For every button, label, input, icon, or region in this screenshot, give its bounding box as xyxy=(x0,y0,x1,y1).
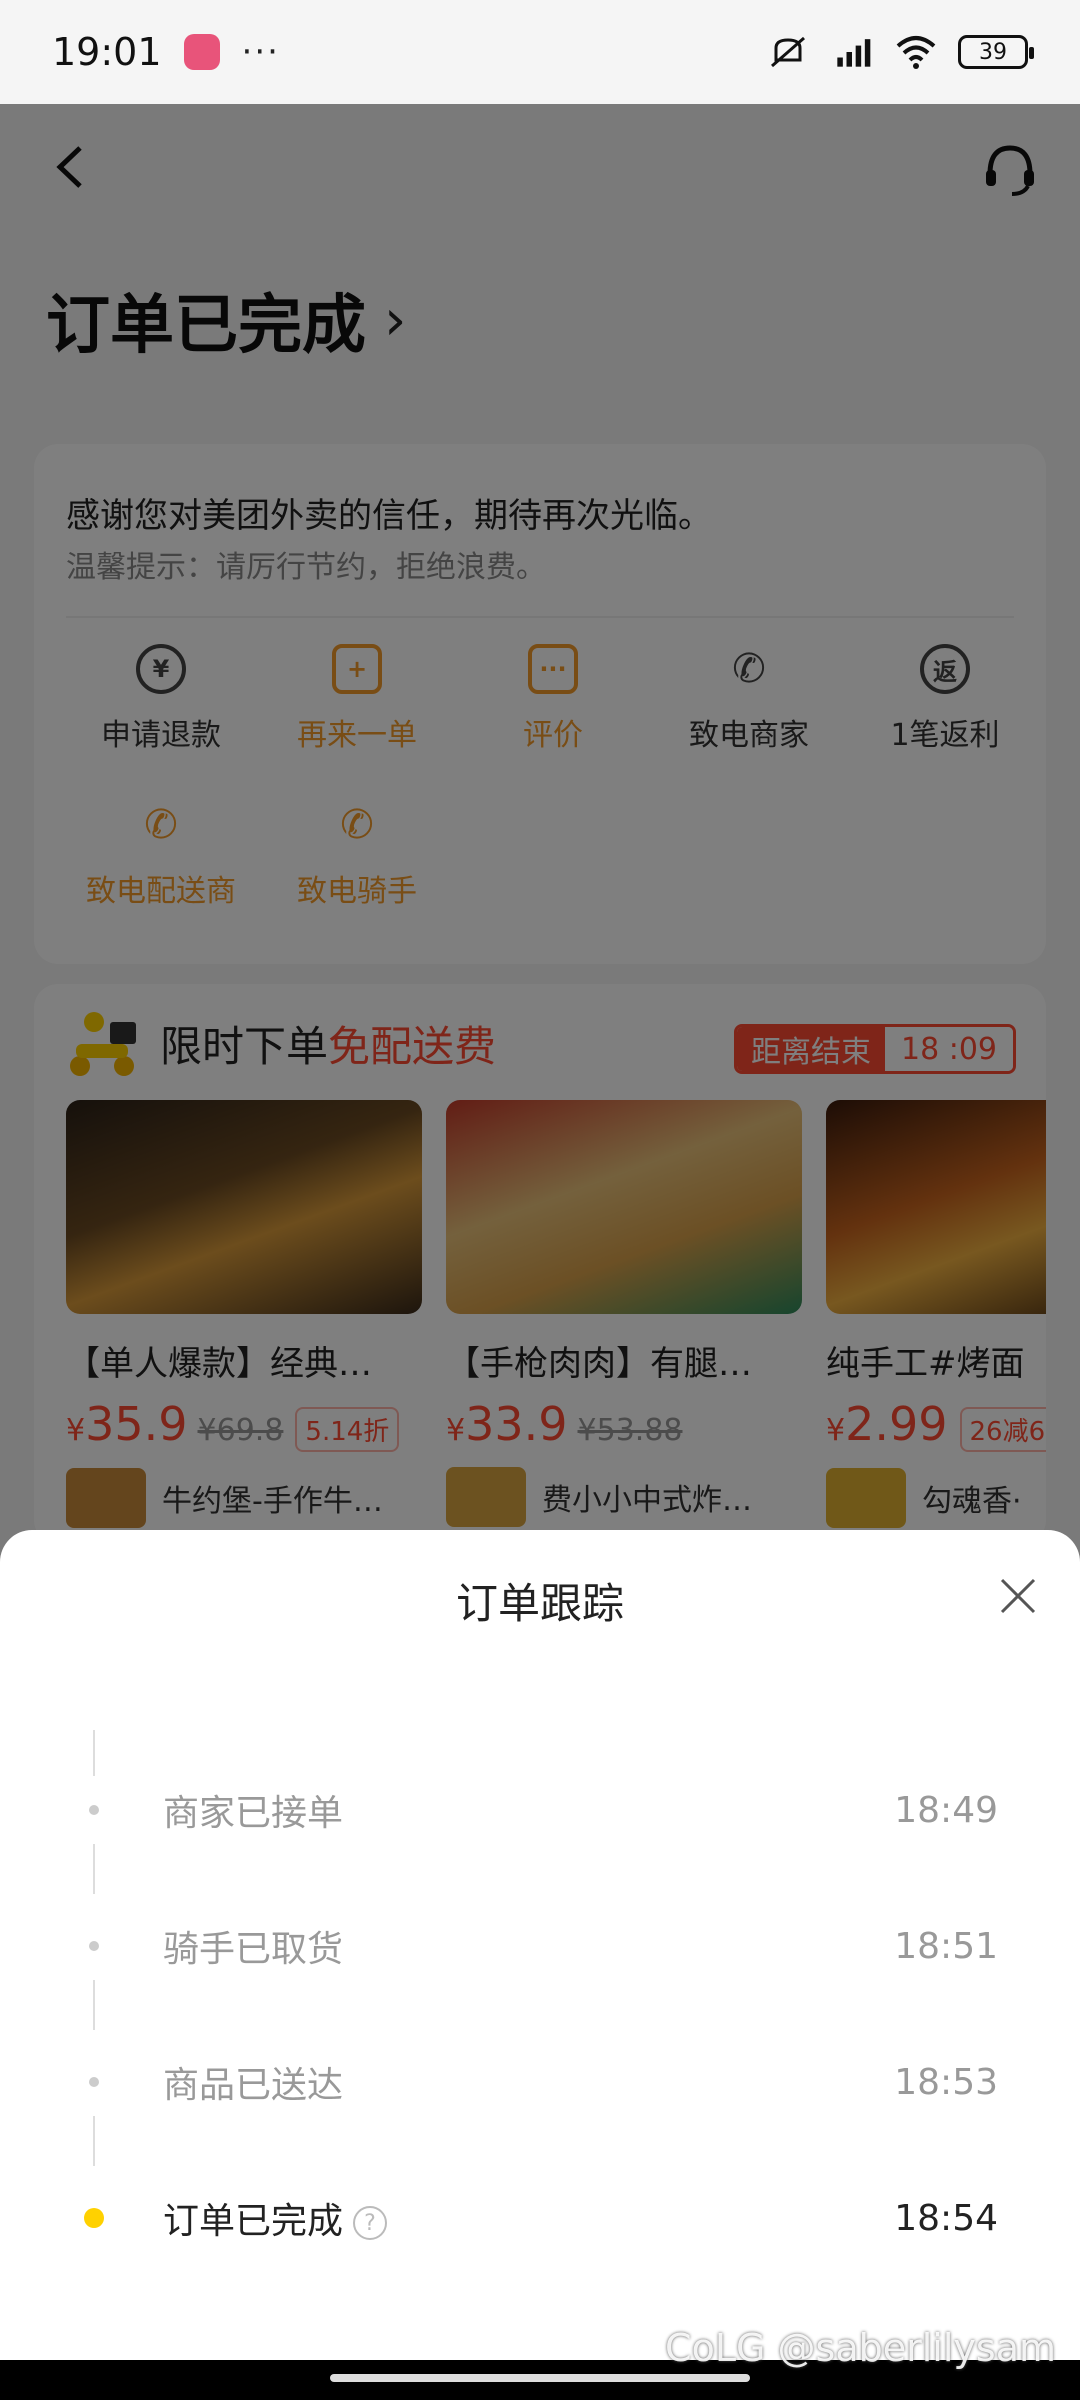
timeline-step: 商家已接单 18:49 xyxy=(0,1780,1080,1840)
timeline-connector xyxy=(93,2116,95,2166)
wifi-icon xyxy=(894,34,938,70)
step-label: 订单已完成? xyxy=(163,2192,388,2244)
timeline-dot xyxy=(89,1941,99,1951)
timeline-dot xyxy=(89,1805,99,1815)
mute-vibrate-icon xyxy=(766,34,810,70)
watermark: CoLG @saberlilysam xyxy=(665,2326,1056,2370)
timeline-connector xyxy=(93,1980,95,2030)
timeline-dot-active xyxy=(84,2208,104,2228)
timeline-step-active: 订单已完成? 18:54 xyxy=(0,2188,1080,2248)
step-label: 商品已送达 xyxy=(163,2065,344,2106)
step-time: 18:51 xyxy=(894,1925,998,1967)
close-icon[interactable] xyxy=(992,1570,1044,1622)
status-bar: 19:01 ··· 39 xyxy=(0,0,1080,104)
sheet-title: 订单跟踪 xyxy=(455,1579,624,1628)
timeline-dot xyxy=(89,2077,99,2087)
step-time: 18:53 xyxy=(894,2061,998,2103)
order-tracking-sheet: 订单跟踪 商家已接单 18:49 骑手已取货 18:51 商品已送达 18:53… xyxy=(0,1530,1080,2360)
timeline-step: 骑手已取货 18:51 xyxy=(0,1916,1080,1976)
step-time: 18:54 xyxy=(894,2197,998,2239)
signal-hd-icon xyxy=(830,34,874,70)
timeline-step: 商品已送达 18:53 xyxy=(0,2052,1080,2112)
timeline-connector xyxy=(93,1730,95,1776)
app-notification-icon xyxy=(183,34,220,70)
battery-icon: 39 xyxy=(958,35,1034,69)
help-icon[interactable]: ? xyxy=(353,2206,388,2240)
step-label: 商家已接单 xyxy=(163,1793,344,1834)
timeline-connector xyxy=(93,1844,95,1894)
home-indicator[interactable] xyxy=(330,2374,750,2382)
step-label: 骑手已取货 xyxy=(163,1929,344,1970)
step-time: 18:49 xyxy=(894,1789,998,1831)
more-notifications-icon: ··· xyxy=(241,32,280,72)
status-time: 19:01 xyxy=(52,30,162,74)
